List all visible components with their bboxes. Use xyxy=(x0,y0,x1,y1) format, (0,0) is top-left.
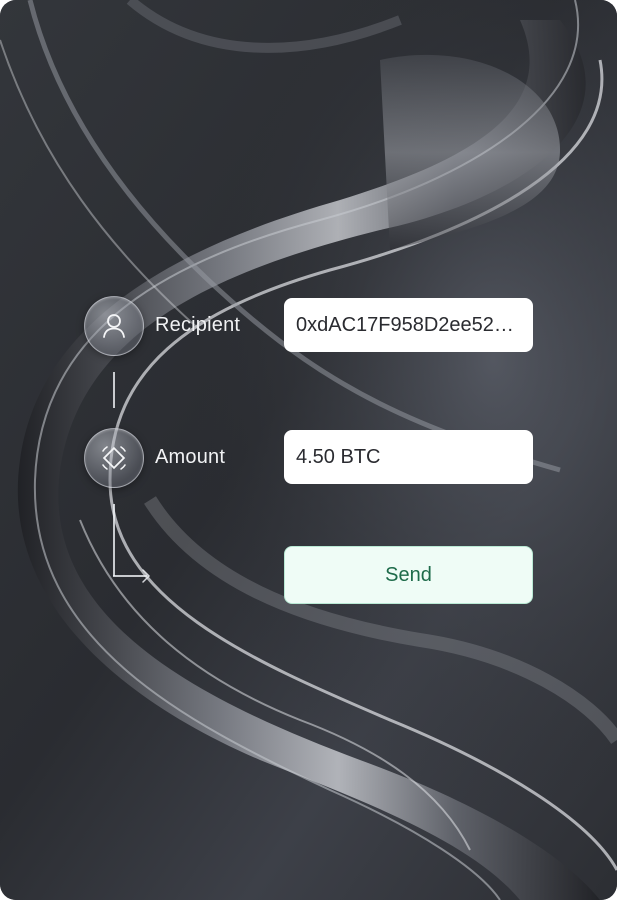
token-diamond-icon xyxy=(102,446,126,470)
arrow-right-icon xyxy=(142,569,151,583)
amount-label: Amount xyxy=(155,446,226,468)
amount-step-icon xyxy=(84,428,144,488)
recipient-address-value: 0xdAC17F958D2ee523a2206206994597C13D831e… xyxy=(296,313,521,336)
recipient-step-icon xyxy=(84,296,144,356)
send-button[interactable]: Send xyxy=(284,546,533,604)
arrow-connector-vertical xyxy=(113,504,115,576)
recipient-address-field[interactable]: 0xdAC17F958D2ee523a2206206994597C13D831e… xyxy=(284,298,533,352)
amount-field[interactable]: 4.50 BTC xyxy=(284,430,533,484)
step-connector-line xyxy=(113,372,115,408)
transfer-card: Recipient Amount 0xdAC17F958D2ee523a2206… xyxy=(0,0,617,900)
recipient-label: Recipient xyxy=(155,314,241,336)
amount-value: 4.50 BTC xyxy=(296,445,381,468)
user-icon xyxy=(103,314,125,338)
